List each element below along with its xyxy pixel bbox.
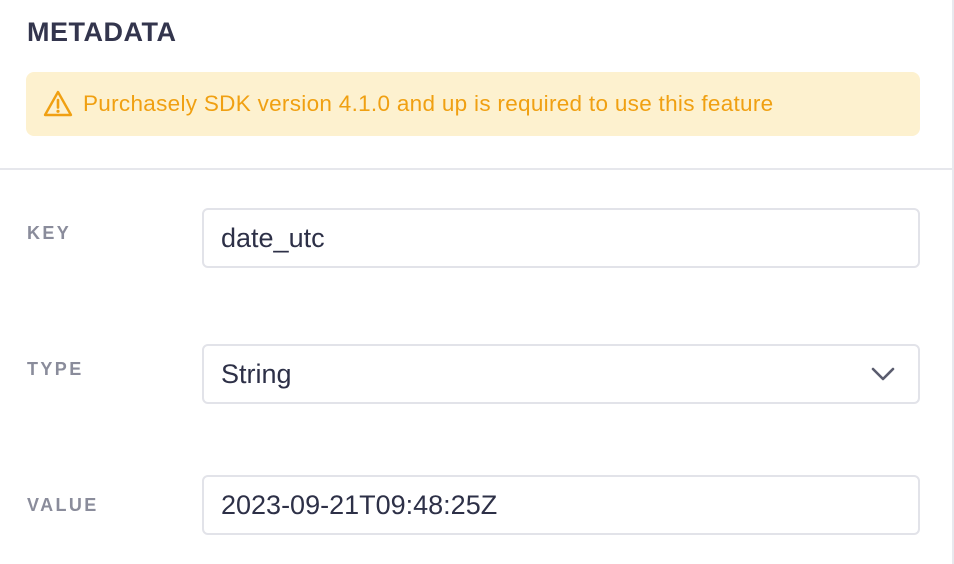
key-label: KEY [27, 223, 72, 243]
type-select[interactable]: String [202, 344, 920, 404]
chevron-down-icon[interactable] [870, 366, 896, 382]
value-label: VALUE [27, 495, 99, 515]
section-title: METADATA [27, 17, 177, 47]
metadata-panel: METADATA Purchasely SDK version 4.1.0 an… [0, 0, 954, 564]
type-label: TYPE [27, 359, 84, 379]
sdk-version-warning: Purchasely SDK version 4.1.0 and up is r… [26, 72, 920, 136]
warning-triangle-icon [43, 90, 73, 117]
key-input-value: date_utc [221, 222, 325, 253]
value-input-value: 2023-09-21T09:48:25Z [221, 489, 498, 520]
warning-text: Purchasely SDK version 4.1.0 and up is r… [83, 91, 774, 116]
type-select-value: String [221, 358, 292, 389]
metadata-header: METADATA Purchasely SDK version 4.1.0 an… [0, 0, 952, 170]
value-input[interactable]: 2023-09-21T09:48:25Z [202, 475, 920, 535]
key-input[interactable]: date_utc [202, 208, 920, 268]
